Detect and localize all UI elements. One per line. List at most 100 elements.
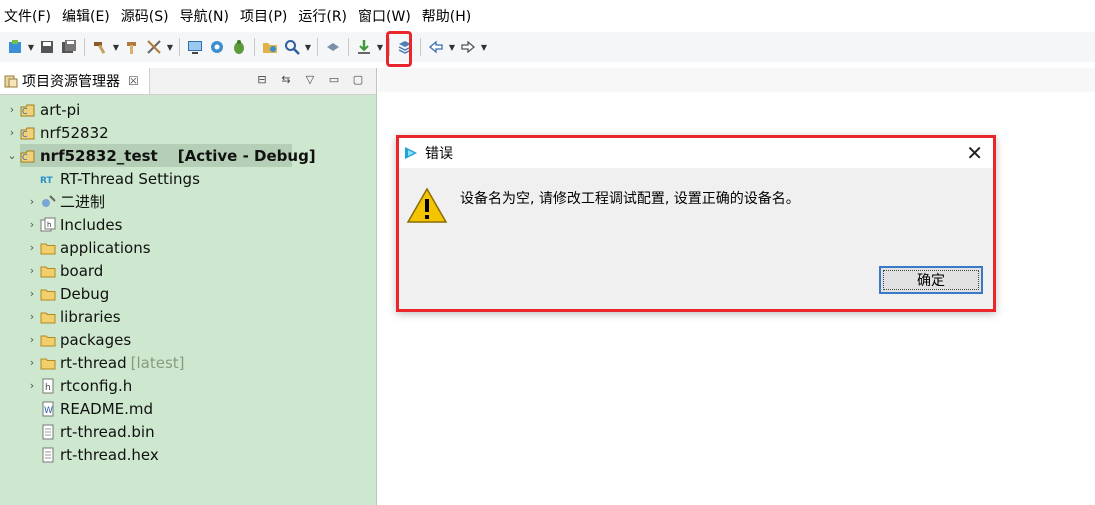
ok-button[interactable]: 确定 [879,266,983,294]
tree-item[interactable]: rt-thread.bin [0,420,376,443]
tree-item[interactable]: › applications [0,236,376,259]
save-all-icon[interactable] [59,37,79,57]
project-icon: C [20,125,36,141]
error-message: 设备名为空, 请修改工程调试配置, 设置正确的设备名。 [460,191,800,207]
tree-item[interactable]: › Cnrf52832 [0,121,376,144]
chevron-right-icon[interactable]: › [24,195,40,208]
project-explorer: 项目资源管理器 ☒ ⊟ ⇆ ▽ ▭ ▢ › Cart-pi › Cnrf52832 ⌄ C… [0,68,377,505]
tree-item[interactable]: › h rtconfig.h [0,374,376,397]
chevron-right-icon[interactable]: › [4,126,20,139]
bug-icon[interactable] [229,37,249,57]
tree-item-label: nrf52832_test [40,146,158,165]
tree-item[interactable]: W README.md [0,397,376,420]
menu-bar: 文件(F) 编辑(E) 源码(S) 导航(N) 项目(P) 运行(R) 窗口(W) 帮助(H) [0,0,1095,32]
folder-icon [40,240,56,256]
search-dropdown-icon[interactable]: ▼ [303,37,313,57]
menu-item[interactable]: 导航(N) [176,6,236,26]
menu-item[interactable]: 编辑(E) [58,6,117,26]
warning-icon [406,187,448,223]
toolbar-separator [317,38,318,56]
close-icon[interactable]: ☒ [128,74,139,88]
editor-area [378,68,1095,92]
view-menu-icon[interactable]: ▽ [302,71,318,87]
chevron-right-icon[interactable]: › [24,264,40,277]
menu-item[interactable]: 文件(F) [0,6,58,26]
build-icon[interactable] [90,37,110,57]
dialog-titlebar: 错误 [399,138,993,168]
tree-item[interactable]: › 二进制 [0,190,376,213]
save-icon[interactable] [37,37,57,57]
tree-item[interactable]: ⌄ Cnrf52832_test [Active - Debug] [0,144,376,167]
dialog-body: 设备名为空, 请修改工程调试配置, 设置正确的设备名。 确定 [399,168,993,309]
download-highlight-box [386,31,412,67]
menu-item[interactable]: 运行(R) [294,6,354,26]
toolbar-separator [254,38,255,56]
project-icon: C [20,102,36,118]
maximize-icon[interactable]: ▢ [350,71,366,87]
tree-item-label: Includes [60,215,123,234]
monitor-icon[interactable] [185,37,205,57]
download-icon[interactable] [354,37,374,57]
tree-item-label: board [60,261,104,280]
project-explorer-icon [4,75,18,88]
svg-text:h: h [45,383,51,393]
svg-text:C: C [22,107,28,116]
back-arrow-icon[interactable] [426,37,446,57]
download-dropdown-icon[interactable]: ▼ [375,37,385,57]
tree-item-label: rtconfig.h [60,376,133,395]
back-dropdown-icon[interactable]: ▼ [447,37,457,57]
gear-icon[interactable] [207,37,227,57]
tree-item-decoration: [latest] [130,353,185,372]
build-dropdown-icon[interactable]: ▼ [111,37,121,57]
svg-text:h: h [47,221,51,229]
close-icon[interactable]: ✕ [966,141,983,165]
tree-item[interactable]: › libraries [0,305,376,328]
new-dropdown-icon[interactable]: ▼ [26,37,36,57]
tree-item-label: applications [60,238,151,257]
ok-button-label: 确定 [917,273,945,289]
chevron-right-icon[interactable]: › [4,103,20,116]
chevron-right-icon[interactable]: › [24,333,40,346]
menu-item[interactable]: 源码(S) [117,6,176,26]
debug-config-dropdown-icon[interactable]: ▼ [165,37,175,57]
search-icon[interactable] [282,37,302,57]
hammer-icon[interactable] [122,37,142,57]
tree-item[interactable]: › packages [0,328,376,351]
tree-item[interactable]: › rt-thread [latest] [0,351,376,374]
text-file-icon [40,447,56,463]
chevron-right-icon[interactable]: › [24,241,40,254]
menu-item[interactable]: 项目(P) [236,6,294,26]
layer-icon[interactable] [323,37,343,57]
minimize-icon[interactable]: ▭ [326,71,342,87]
folder-icon [40,355,56,371]
tree-item[interactable]: › Cart-pi [0,98,376,121]
forward-arrow-icon[interactable] [458,37,478,57]
link-editor-icon[interactable]: ⇆ [278,71,294,87]
chevron-right-icon[interactable]: › [24,287,40,300]
debug-config-icon[interactable] [144,37,164,57]
toolbar-separator [179,38,180,56]
chevron-right-icon[interactable]: › [24,379,40,392]
tree-item[interactable]: rt-thread.hex [0,443,376,466]
folder-icon [40,286,56,302]
forward-dropdown-icon[interactable]: ▼ [479,37,489,57]
menu-item[interactable]: 帮助(H) [418,6,478,26]
chevron-down-icon[interactable]: ⌄ [4,149,20,162]
explorer-tabbar: 项目资源管理器 ☒ ⊟ ⇆ ▽ ▭ ▢ [0,68,376,95]
tab-project-explorer[interactable]: 项目资源管理器 ☒ [0,68,150,94]
menu-item[interactable]: 窗口(W) [354,6,418,26]
chevron-right-icon[interactable]: › [24,310,40,323]
tree-item-label: nrf52832 [40,123,109,142]
tree-item[interactable]: › Debug [0,282,376,305]
new-icon[interactable] [5,37,25,57]
chevron-right-icon[interactable]: › [24,218,40,231]
tree-item-decoration: [Active - Debug] [177,146,316,165]
toolbar-separator [348,38,349,56]
tree-item-label: RT-Thread Settings [60,169,200,188]
tree-item[interactable]: › h Includes [0,213,376,236]
tree-item[interactable]: RT RT-Thread Settings [0,167,376,190]
chevron-right-icon[interactable]: › [24,356,40,369]
tree-item[interactable]: › board [0,259,376,282]
open-folder-icon[interactable] [260,37,280,57]
collapse-all-icon[interactable]: ⊟ [254,71,270,87]
